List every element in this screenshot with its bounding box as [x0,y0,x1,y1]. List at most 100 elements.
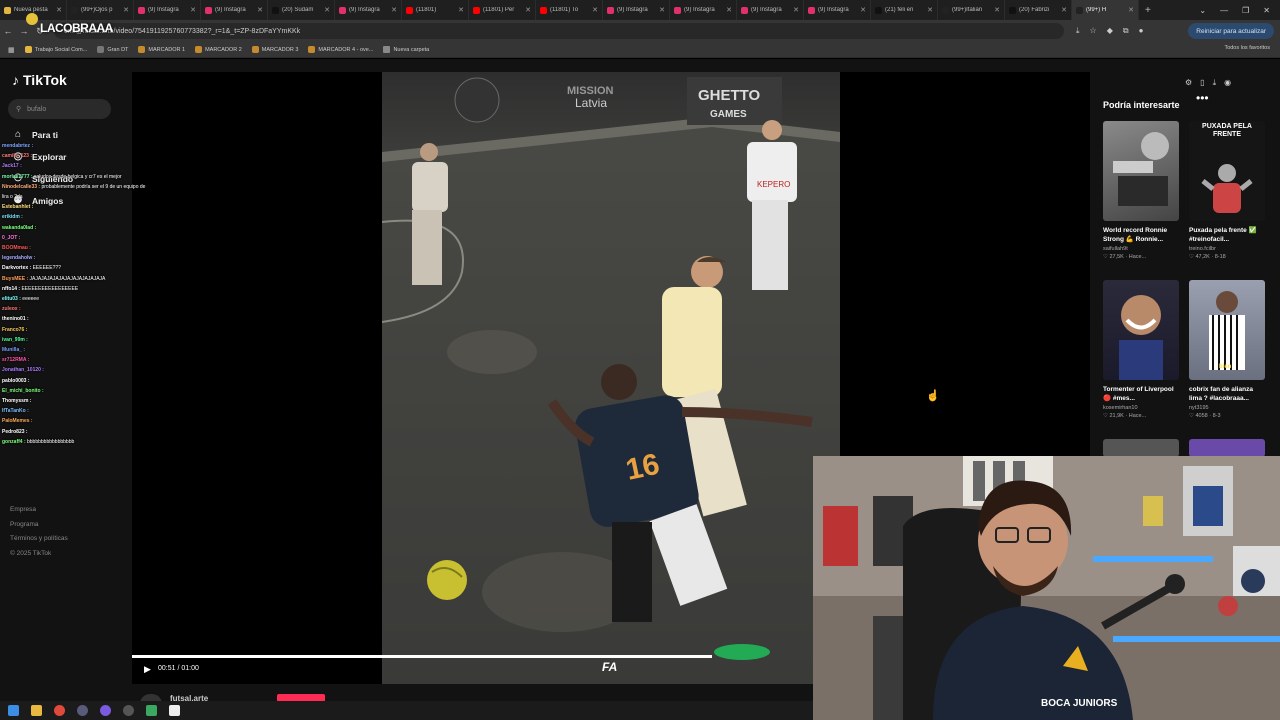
bookmark-star-icon[interactable]: ☆ [1090,26,1097,36]
browser-tab[interactable]: (20) Fabrizi ✕ [1005,0,1072,20]
minimize-icon[interactable]: — [1220,6,1228,15]
close-tab-icon[interactable]: ✕ [860,6,866,14]
chat-message: thenino01 : [2,314,172,324]
restart-to-update-button[interactable]: Reiniciar para actualizar [1188,23,1274,39]
recommended-video-card-partial[interactable] [1189,439,1265,457]
chat-message: Ninodelcalle33 : probablemente podría se… [2,182,172,192]
card-stats: ♡ 21,9K · Hace... [1103,413,1147,419]
puzzle-icon[interactable]: ⧉ [1123,26,1129,36]
browser-tab[interactable]: (9) Instagra ✕ [335,0,402,20]
card-author[interactable]: treino.fcilbr [1189,246,1265,252]
bookmark-item[interactable]: MARCADOR 3 [251,46,298,53]
browser-tab[interactable]: (9) Instagra ✕ [670,0,737,20]
browser-tab[interactable]: (11801) To ✕ [536,0,603,20]
start-icon[interactable] [8,705,19,716]
app-icon[interactable] [77,705,88,716]
close-tab-icon[interactable]: ✕ [525,6,531,14]
close-tab-icon[interactable]: ✕ [659,6,665,14]
tiktok-logo[interactable]: ♪ TikTok [12,72,67,88]
bookmark-item[interactable]: MARCADOR 1 [138,46,185,53]
browser-tab[interactable]: (9) Instagra ✕ [737,0,804,20]
close-tab-icon[interactable]: ✕ [324,6,330,14]
card-author[interactable]: saifullah9t [1103,246,1179,252]
close-tab-icon[interactable]: ✕ [1128,6,1134,14]
browser-tab[interactable]: (20) Sudam ✕ [268,0,335,20]
browser-tab[interactable]: (9) Instagra ✕ [603,0,670,20]
recommended-video-card-partial[interactable] [1103,439,1179,457]
bookmark-item[interactable]: Trabajo Social Com... [24,46,87,53]
app-icon[interactable] [123,705,134,716]
url-field[interactable]: om/@futsal.arte/video/754191192576077338… [54,23,1064,39]
footer-link-terms[interactable]: Términos y políticas [10,532,68,547]
recommended-video-card[interactable]: World record Ronnie Strong 💪 Ronnie... s… [1103,121,1179,260]
close-tab-icon[interactable]: ✕ [257,6,263,14]
video-time: 00:51 / 01:00 [158,665,199,672]
close-tab-icon[interactable]: ✕ [793,6,799,14]
download-icon[interactable]: ⤓ [1213,78,1217,88]
close-tab-icon[interactable]: ✕ [592,6,598,14]
video-thumbnail [1103,121,1179,221]
close-tab-icon[interactable]: ✕ [56,6,62,14]
footer-link-company[interactable]: Empresa [10,503,68,518]
settings-icon[interactable]: ⚙ [1185,78,1192,88]
file-explorer-icon[interactable] [31,705,42,716]
footer-link-program[interactable]: Programa [10,518,68,533]
browser-tab[interactable]: (99+) H ✕ [1072,0,1139,20]
window-controls: ⌄ — ❐ ✕ [1199,0,1280,20]
recommended-video-card[interactable]: bien cobrix fan de alianza lima ? #lacob… [1189,280,1265,419]
inbox-icon[interactable]: ▯ [1200,78,1204,88]
close-tab-icon[interactable]: ✕ [391,6,397,14]
app-icon[interactable] [100,705,111,716]
profile-icon[interactable]: ● [1139,26,1144,36]
close-tab-icon[interactable]: ✕ [123,6,129,14]
bookmark-item[interactable]: MARCADOR 4 - ove... [308,46,373,53]
search-input[interactable]: ⚲ bufalo [8,99,111,119]
video-progress-bar[interactable] [132,655,712,658]
browser-tab[interactable]: (99+)Ojos p ✕ [67,0,134,20]
bookmark-item[interactable]: MARCADOR 2 [195,46,242,53]
new-tab-button[interactable]: + [1139,5,1157,16]
close-tab-icon[interactable]: ✕ [190,6,196,14]
back-icon[interactable]: ← [0,26,16,36]
close-window-icon[interactable]: ✕ [1263,6,1270,15]
browser-tab[interactable]: (9) Instagra ✕ [804,0,871,20]
app-icon[interactable] [146,705,157,716]
all-bookmarks-folder[interactable]: Todos los favoritos [1224,45,1270,51]
card-author[interactable]: kosemirhan10 [1103,405,1179,411]
maximize-icon[interactable]: ❐ [1242,6,1249,15]
browser-tab[interactable]: (11801) ✕ [402,0,469,20]
bookmark-item[interactable]: Gran DT [97,46,128,53]
chat-username: Pedro823 : [2,428,28,435]
thumbnail-caption: bien [1219,364,1232,370]
browser-tab[interactable]: (9) Instagra ✕ [201,0,268,20]
browser-tab[interactable]: (21) feli en ✕ [871,0,938,20]
forward-icon[interactable]: → [16,26,32,36]
browser-tab[interactable]: (9) Instagra ✕ [134,0,201,20]
close-tab-icon[interactable]: ✕ [726,6,732,14]
tab-favicon-icon [4,6,11,14]
close-tab-icon[interactable]: ✕ [994,6,1000,14]
chrome-icon[interactable] [54,705,65,716]
chat-username: 0_JOT : [2,234,21,241]
extension-icon[interactable]: ◆ [1107,26,1113,36]
tab-title: (9) Instagra [818,7,849,13]
recommended-video-card[interactable]: Tormenter of Liverpool 🔴 #mes... kosemir… [1103,280,1179,419]
tab-search-icon[interactable]: ⌄ [1199,6,1206,15]
card-author[interactable]: nyt3195 [1189,405,1265,411]
browser-tab[interactable]: (11801) Per ✕ [469,0,536,20]
close-tab-icon[interactable]: ✕ [458,6,464,14]
recommended-video-card[interactable]: PUXADA PELA FRENTE Puxada pela frente ✅ … [1189,121,1265,260]
install-icon[interactable]: ⤓ [1076,26,1080,36]
jersey-number: 16 [623,448,663,487]
play-icon[interactable]: ▶ [144,664,151,675]
profile-avatar-icon[interactable]: ◉ [1224,78,1231,88]
apps-icon[interactable]: ▦ [8,46,15,54]
nav-for-you[interactable]: ⌂ Para ti [12,129,58,140]
browser-tab[interactable]: (99+)Italian ✕ [938,0,1005,20]
video-thumbnail: PUXADA PELA FRENTE [1189,121,1265,221]
more-options-icon[interactable]: ••• [1196,91,1209,105]
app-icon[interactable] [169,705,180,716]
close-tab-icon[interactable]: ✕ [1061,6,1067,14]
close-tab-icon[interactable]: ✕ [927,6,933,14]
bookmark-folder[interactable]: Nueva carpeta [383,46,429,53]
